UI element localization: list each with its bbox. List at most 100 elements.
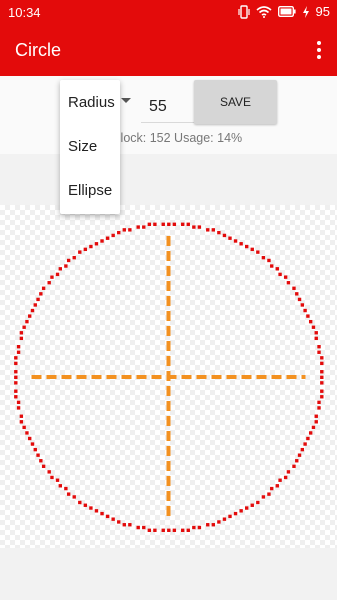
circle-block bbox=[142, 225, 146, 229]
circle-block bbox=[128, 228, 132, 232]
circle-block bbox=[239, 242, 243, 246]
circle-block bbox=[197, 525, 202, 530]
circle-block bbox=[111, 233, 115, 238]
circle-block bbox=[306, 436, 310, 441]
dropdown-menu: Radius Size Ellipse bbox=[60, 80, 120, 214]
circle-block bbox=[317, 400, 321, 405]
circle-block bbox=[283, 275, 288, 279]
circle-block bbox=[14, 381, 18, 385]
circle-block bbox=[19, 414, 24, 418]
circle-block bbox=[47, 470, 51, 474]
status-icons: 95 bbox=[237, 4, 330, 19]
circle-block bbox=[39, 459, 43, 463]
circle-block bbox=[78, 500, 82, 505]
circle-block bbox=[286, 470, 291, 474]
circle-block bbox=[39, 292, 43, 296]
app-title: Circle bbox=[15, 40, 62, 60]
circle-block bbox=[55, 272, 60, 277]
circle-block bbox=[14, 389, 18, 393]
circle-block bbox=[261, 255, 266, 260]
circle-block bbox=[295, 459, 299, 463]
circle-block bbox=[306, 314, 310, 318]
circle-block bbox=[228, 514, 232, 519]
circle-block bbox=[136, 225, 140, 229]
circle-block bbox=[47, 281, 51, 285]
drawing-canvas[interactable] bbox=[0, 205, 337, 548]
circle-block bbox=[300, 447, 305, 452]
circle-block bbox=[320, 370, 324, 374]
circle-block bbox=[311, 425, 316, 430]
circle-block bbox=[100, 239, 104, 243]
circle-block bbox=[66, 492, 71, 496]
circle-block bbox=[122, 228, 126, 232]
circle-block bbox=[16, 400, 21, 405]
wifi-icon bbox=[256, 5, 272, 18]
menu-item-size[interactable]: Size bbox=[60, 125, 120, 169]
circle-block bbox=[270, 486, 274, 491]
circle-block bbox=[161, 528, 165, 532]
menu-item-radius[interactable]: Radius bbox=[60, 81, 120, 125]
circle-block bbox=[192, 225, 196, 229]
circle-block bbox=[105, 514, 110, 519]
more-vert-icon[interactable] bbox=[311, 38, 327, 62]
circle-block bbox=[64, 264, 68, 268]
stats-text: 27 Block: 152 Usage: 14% bbox=[94, 131, 243, 145]
circle-block bbox=[50, 275, 54, 279]
circle-block bbox=[122, 523, 126, 527]
status-time: 10:34 bbox=[8, 5, 41, 20]
circle-block bbox=[167, 528, 171, 532]
circle-block bbox=[295, 292, 299, 296]
circle-block bbox=[233, 511, 238, 516]
circle-block bbox=[14, 356, 18, 360]
circle-block bbox=[172, 528, 177, 532]
menu-item-ellipse[interactable]: Ellipse bbox=[60, 169, 120, 213]
circle-block bbox=[181, 222, 185, 226]
value-input[interactable] bbox=[141, 92, 197, 123]
circle-block bbox=[300, 303, 305, 307]
circle-block bbox=[161, 222, 165, 226]
charging-icon bbox=[302, 5, 309, 18]
circle-block bbox=[19, 420, 24, 424]
circle-block bbox=[167, 222, 171, 226]
circle-block bbox=[278, 478, 282, 482]
circle-block bbox=[186, 528, 190, 532]
circle-block bbox=[153, 528, 157, 532]
circle-block bbox=[172, 222, 177, 226]
save-button[interactable]: SAVE bbox=[194, 80, 277, 124]
circle-block bbox=[147, 528, 152, 532]
circle-block bbox=[320, 375, 324, 379]
circle-block bbox=[245, 506, 249, 510]
circle-block bbox=[128, 523, 132, 527]
circle-block bbox=[28, 436, 32, 441]
circle-block bbox=[222, 233, 227, 238]
circle-block bbox=[314, 336, 318, 341]
circle-block bbox=[100, 511, 104, 516]
circle-block bbox=[320, 361, 324, 366]
circle-block bbox=[197, 225, 202, 229]
circle-block bbox=[308, 319, 313, 324]
circle-block bbox=[72, 255, 76, 260]
circle-block bbox=[320, 389, 324, 393]
battery-percent: 95 bbox=[315, 4, 330, 19]
circle-block bbox=[186, 222, 190, 226]
circle-block bbox=[33, 303, 37, 307]
circle-block bbox=[14, 370, 18, 374]
circle-block bbox=[19, 331, 24, 335]
circle-block bbox=[245, 244, 249, 249]
circle-block bbox=[181, 528, 185, 532]
circle-block bbox=[228, 236, 232, 240]
vibrate-icon bbox=[237, 4, 250, 19]
circle-block bbox=[250, 247, 254, 252]
circle-block bbox=[117, 520, 121, 524]
circle-block bbox=[14, 395, 18, 399]
circle-block bbox=[94, 242, 99, 246]
circle-block bbox=[72, 495, 76, 499]
circle-block bbox=[36, 453, 40, 457]
dropdown-arrow-icon[interactable] bbox=[121, 98, 131, 103]
circle-block bbox=[83, 503, 88, 507]
circle-block bbox=[303, 442, 307, 446]
circle-block bbox=[303, 308, 307, 313]
circle-block bbox=[267, 258, 271, 263]
circle-block bbox=[33, 447, 37, 452]
circle-block bbox=[66, 258, 71, 263]
